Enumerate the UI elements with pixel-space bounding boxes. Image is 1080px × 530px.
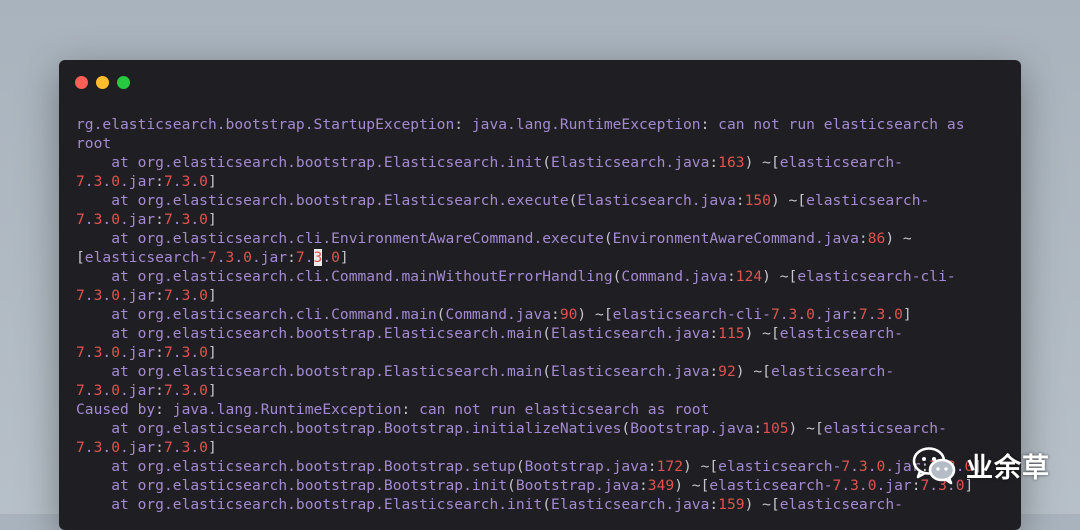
- minimize-button[interactable]: [96, 76, 109, 89]
- terminal-line: 7.3.0.jar:7.3.0]: [76, 287, 217, 304]
- terminal-line: at org.elasticsearch.bootstrap.Elasticse…: [111, 192, 930, 209]
- terminal-line: 7.3.0.jar:7.3.0]: [76, 344, 217, 361]
- terminal-line: Caused by: java.lang.RuntimeException: c…: [76, 401, 710, 418]
- terminal-line: at org.elasticsearch.cli.Command.mainWit…: [111, 268, 956, 285]
- terminal-line: at org.elasticsearch.bootstrap.Bootstrap…: [111, 477, 974, 494]
- terminal-line: root: [76, 135, 112, 152]
- terminal-line: at org.elasticsearch.bootstrap.Bootstrap…: [111, 420, 947, 437]
- terminal-line: at org.elasticsearch.bootstrap.Bootstrap…: [111, 458, 983, 475]
- terminal-line: 7.3.0.jar:7.3.0]: [76, 439, 217, 456]
- terminal-line: at org.elasticsearch.cli.EnvironmentAwar…: [111, 230, 912, 247]
- terminal-line: 7.3.0.jar:7.3.0]: [76, 382, 217, 399]
- maximize-button[interactable]: [117, 76, 130, 89]
- wechat-icon: [912, 447, 956, 485]
- terminal-line: 7.3.0.jar:7.3.0]: [76, 211, 217, 228]
- terminal-line: at org.elasticsearch.bootstrap.Elasticse…: [111, 363, 895, 380]
- text-cursor: 3: [313, 249, 323, 266]
- terminal-line: rg.elasticsearch.bootstrap.StartupExcept…: [76, 116, 965, 133]
- terminal-window: rg.elasticsearch.bootstrap.StartupExcept…: [59, 60, 1021, 530]
- terminal-line: at org.elasticsearch.cli.Command.main(Co…: [111, 306, 912, 323]
- terminal-line: [elasticsearch-7.3.0.jar:7.3.0]: [76, 249, 349, 266]
- terminal-line: 7.3.0.jar:7.3.0]: [76, 173, 217, 190]
- watermark: 业余草: [912, 443, 1050, 487]
- terminal-line: at org.elasticsearch.bootstrap.Elasticse…: [111, 325, 903, 342]
- terminal-output: rg.elasticsearch.bootstrap.StartupExcept…: [76, 115, 1006, 514]
- terminal-line: at org.elasticsearch.bootstrap.Elasticse…: [111, 154, 903, 171]
- watermark-text: 业余草: [966, 452, 1050, 484]
- close-button[interactable]: [75, 76, 88, 89]
- terminal-line: at org.elasticsearch.bootstrap.Elasticse…: [111, 496, 903, 513]
- title-bar: [59, 60, 1021, 104]
